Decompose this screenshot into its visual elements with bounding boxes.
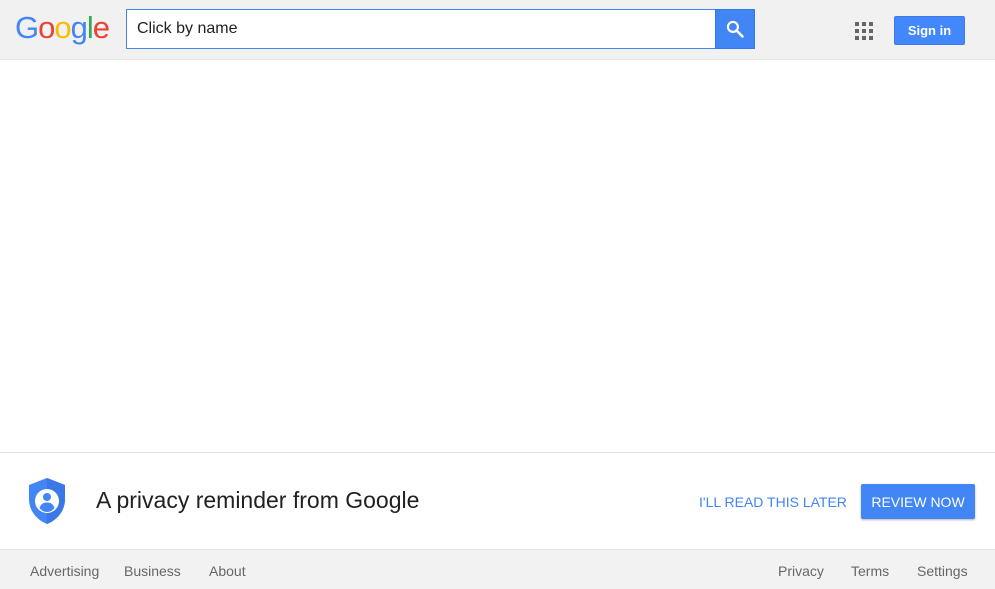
privacy-reminder-bar: A privacy reminder from Google I'LL READ…	[0, 452, 995, 549]
apps-grid-icon[interactable]	[855, 22, 873, 40]
footer-link-about[interactable]: About	[209, 563, 246, 579]
footer-link-settings[interactable]: Settings	[917, 563, 968, 579]
logo-letter: o	[54, 10, 71, 45]
sign-in-button[interactable]: Sign in	[894, 16, 965, 45]
logo-letter: o	[38, 10, 55, 45]
header-bar: Google Sign in	[0, 0, 995, 60]
search-icon	[726, 20, 744, 38]
footer-link-privacy[interactable]: Privacy	[778, 563, 824, 579]
search-input[interactable]	[127, 10, 716, 48]
search-button[interactable]	[715, 9, 755, 49]
logo-letter: G	[15, 10, 39, 45]
footer: Advertising Business About Privacy Terms…	[0, 549, 995, 589]
logo-letter: g	[70, 10, 88, 45]
review-now-button[interactable]: REVIEW NOW	[861, 484, 975, 519]
google-logo[interactable]: Google	[15, 10, 110, 45]
read-later-button[interactable]: I'LL READ THIS LATER	[699, 494, 847, 510]
footer-link-terms[interactable]: Terms	[851, 563, 889, 579]
privacy-title: A privacy reminder from Google	[96, 487, 420, 513]
search-box	[126, 9, 716, 49]
logo-letter: e	[92, 10, 110, 45]
footer-link-advertising[interactable]: Advertising	[30, 563, 99, 579]
footer-link-business[interactable]: Business	[124, 563, 181, 579]
privacy-shield-icon	[29, 478, 65, 524]
